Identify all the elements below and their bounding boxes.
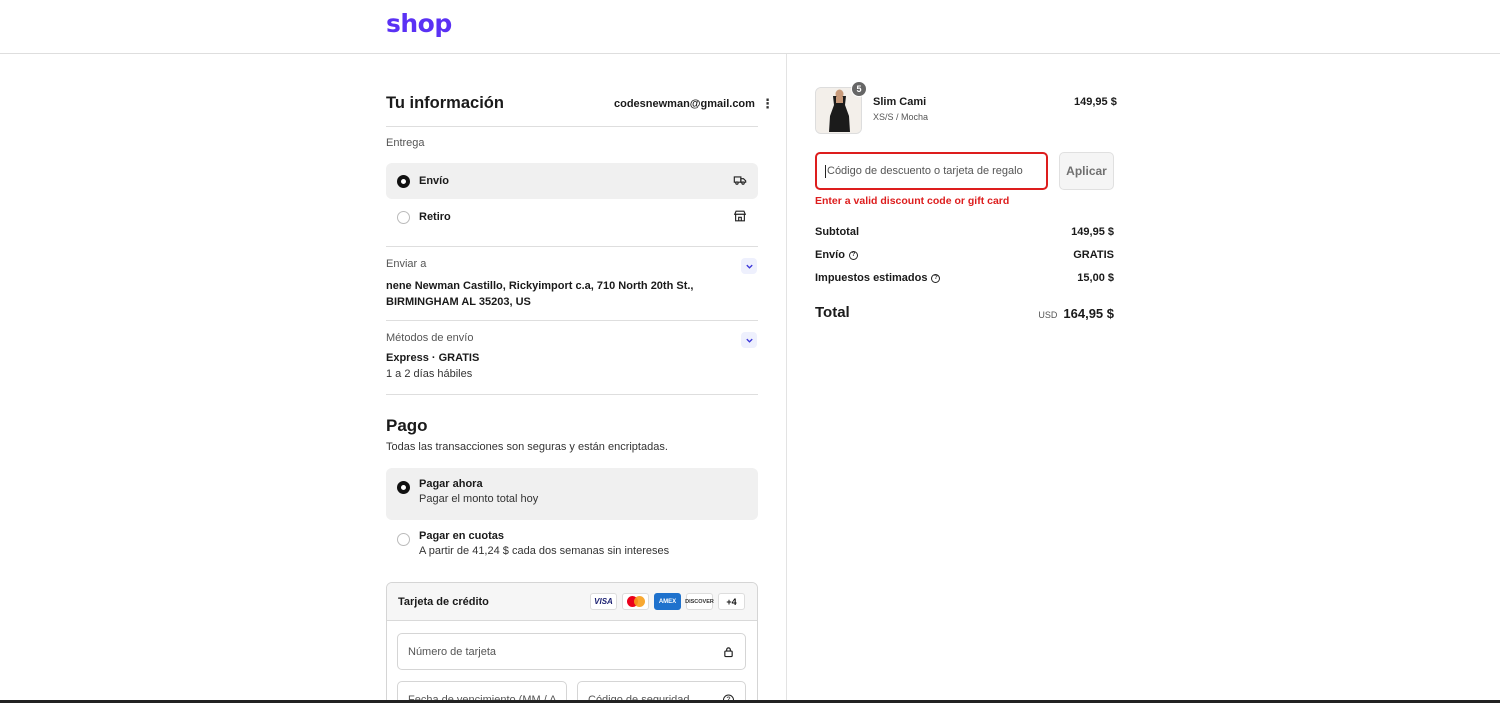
payment-option-label: Pagar en cuotas	[419, 530, 504, 542]
account-email-row[interactable]: codesnewman@gmail.com ⋮	[614, 97, 774, 110]
total-label: Total	[815, 304, 850, 321]
store-icon	[733, 210, 747, 222]
shipping-address: nene Newman Castillo, Rickyimport c.a, 7…	[386, 280, 694, 308]
summary-value: 149,95 $	[1071, 226, 1114, 238]
payment-option-desc: Pagar el monto total hoy	[419, 493, 539, 505]
payment-option-installments[interactable]: Pagar en cuotas A partir de 41,24 $ cada…	[386, 520, 758, 572]
summary-value: GRATIS	[1073, 249, 1114, 261]
discover-icon: DISCOVER	[685, 593, 714, 610]
radio-selected-icon[interactable]	[397, 481, 410, 494]
shop-logo[interactable]: shop	[386, 9, 452, 38]
apply-discount-button[interactable]: Aplicar	[1059, 152, 1114, 190]
product-variant: XS/S / Mocha	[873, 112, 929, 122]
divider	[386, 246, 758, 247]
account-email: codesnewman@gmail.com	[614, 97, 755, 110]
summary-label: Subtotal	[815, 226, 859, 238]
discount-error-message: Enter a valid discount code or gift card	[815, 195, 1010, 207]
payment-subtitle: Todas las transacciones son seguras y es…	[386, 441, 668, 453]
visa-icon: VISA	[590, 593, 617, 610]
kebab-icon[interactable]: ⋮	[761, 97, 774, 110]
divider	[386, 320, 758, 321]
text-caret	[825, 164, 826, 178]
top-header: shop	[0, 0, 1500, 54]
summary-row-subtotal: Subtotal 149,95 $	[815, 226, 1114, 238]
summary-row-shipping: Envío? GRATIS	[815, 249, 1114, 261]
amex-icon: AMEX	[654, 593, 681, 610]
summary-label: Envío	[815, 249, 845, 261]
total-value: 164,95 $	[1063, 306, 1114, 321]
quantity-badge: 5	[851, 81, 867, 97]
summary-value: 15,00 $	[1077, 272, 1114, 284]
help-icon[interactable]: ?	[931, 273, 941, 283]
card-number-placeholder: Número de tarjeta	[408, 645, 497, 658]
radio-selected-icon[interactable]	[397, 174, 410, 188]
column-divider	[786, 54, 787, 703]
radio-unselected-icon[interactable]	[397, 533, 410, 546]
summary-row-taxes: Impuestos estimados? 15,00 $	[815, 272, 1114, 284]
radio-unselected-icon[interactable]	[397, 210, 410, 224]
divider	[386, 126, 758, 127]
discount-code-input[interactable]: Código de descuento o tarjeta de regalo	[815, 152, 1048, 190]
summary-label: Impuestos estimados	[815, 272, 928, 284]
ship-to-label: Enviar a	[386, 258, 427, 270]
delivery-option-retiro[interactable]: Retiro	[386, 199, 758, 235]
divider	[386, 394, 758, 395]
chevron-down-icon[interactable]	[741, 258, 757, 274]
lock-icon	[724, 646, 733, 657]
delivery-option-label: Envío	[419, 175, 449, 187]
shipping-method-days: 1 a 2 días hábiles	[386, 368, 473, 380]
delivery-option-envio[interactable]: Envío	[386, 163, 758, 199]
product-name: Slim Cami	[873, 96, 927, 108]
help-icon[interactable]: ?	[848, 250, 858, 260]
payment-option-pay-now[interactable]: Pagar ahora Pagar el monto total hoy	[386, 468, 758, 520]
shipping-method-label: Métodos de envío	[386, 332, 474, 344]
chevron-down-icon[interactable]	[741, 332, 757, 348]
payment-title: Pago	[386, 416, 428, 435]
shipping-method-name: Express · GRATIS	[386, 352, 480, 364]
payment-option-desc: A partir de 41,24 $ cada dos semanas sin…	[419, 545, 670, 557]
truck-icon	[733, 176, 747, 185]
credit-card-title: Tarjeta de crédito	[398, 595, 489, 608]
card-number-field[interactable]: Número de tarjeta	[397, 633, 746, 670]
delivery-option-label: Retiro	[419, 211, 451, 223]
discount-placeholder: Código de descuento o tarjeta de regalo	[827, 165, 1023, 177]
credit-card-header[interactable]: Tarjeta de crédito VISA AMEX DISCOVER +4	[387, 583, 757, 621]
payment-option-label: Pagar ahora	[419, 478, 483, 490]
total-currency: USD	[1038, 310, 1058, 320]
delivery-label: Entrega	[386, 137, 425, 149]
card-brands: VISA AMEX DISCOVER +4	[590, 593, 745, 610]
mastercard-icon	[622, 593, 649, 610]
info-title: Tu información	[386, 94, 504, 112]
product-price: 149,95 $	[1074, 96, 1117, 108]
more-brands-badge: +4	[718, 593, 745, 610]
total-amount: USD 164,95 $	[1038, 306, 1114, 321]
